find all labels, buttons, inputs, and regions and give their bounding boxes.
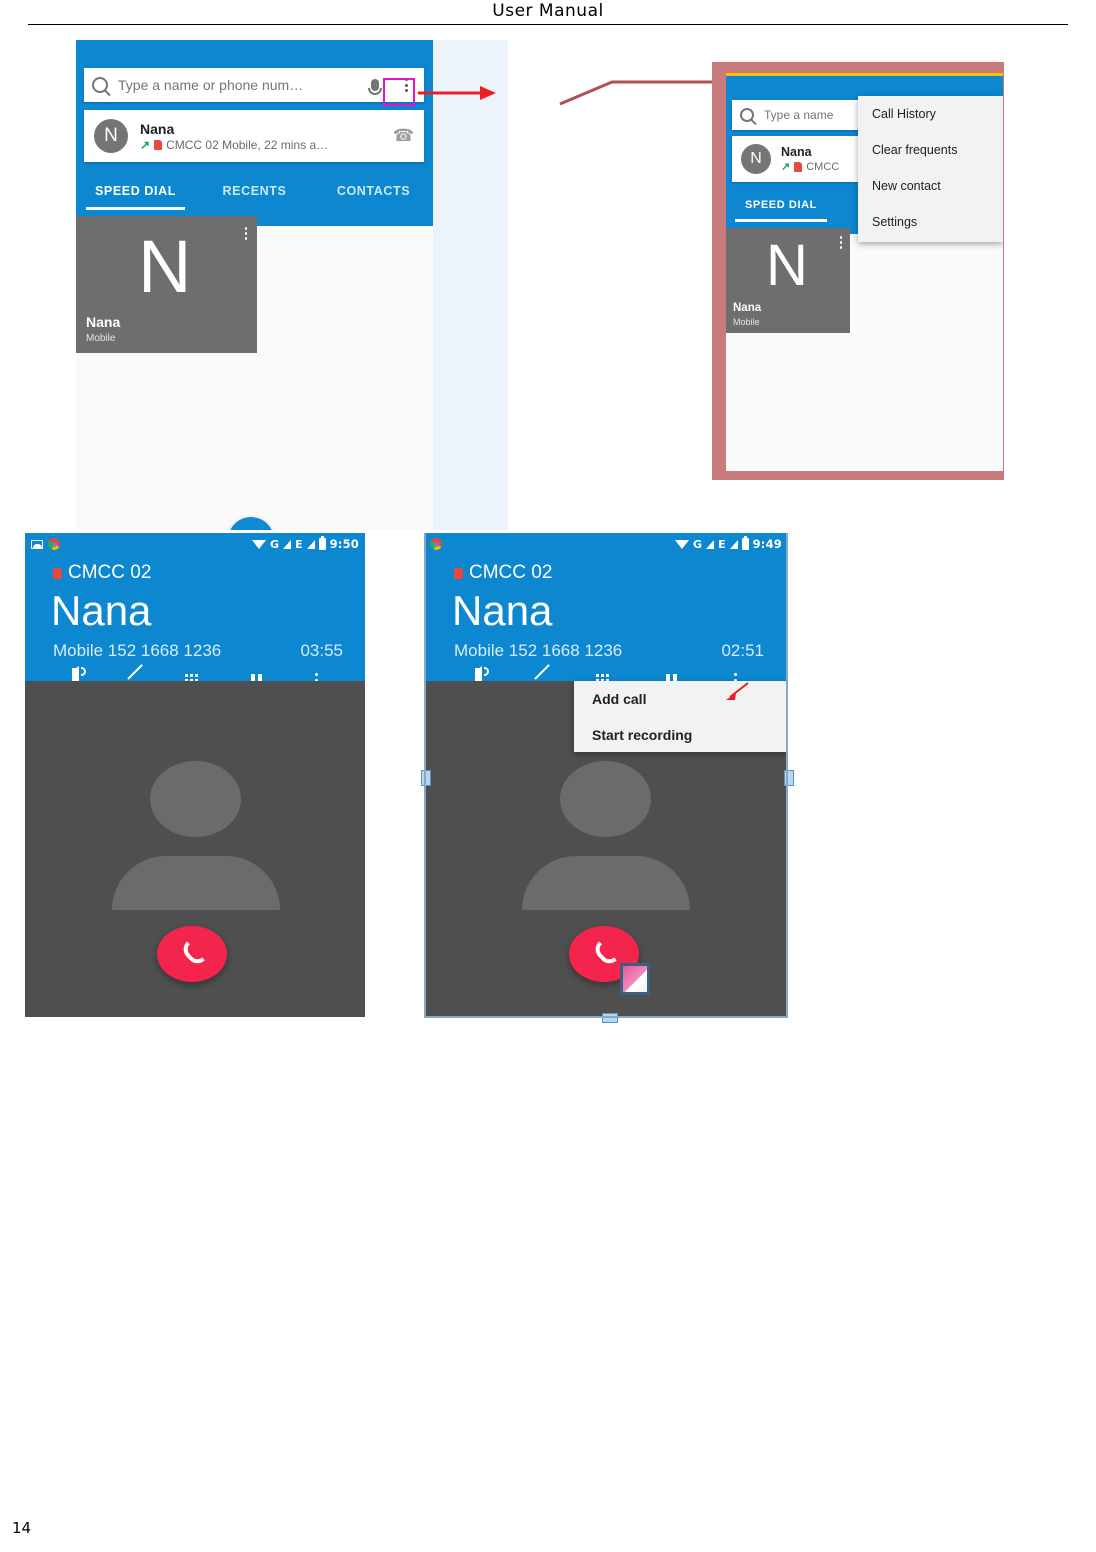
search-icon bbox=[92, 77, 108, 93]
annotation-connector-line bbox=[559, 80, 712, 106]
dialpad-fab-button[interactable] bbox=[228, 517, 274, 530]
menu-item-add-call[interactable]: Add call bbox=[574, 681, 788, 717]
sim-indicator-icon bbox=[53, 567, 62, 579]
screenshot-1-background bbox=[432, 40, 508, 530]
end-call-icon bbox=[179, 940, 205, 968]
end-call-icon bbox=[591, 940, 617, 968]
selection-handle-left[interactable] bbox=[421, 770, 431, 786]
screenshot-icon bbox=[31, 539, 43, 549]
caller-number: Mobile 152 1668 1236 bbox=[454, 641, 623, 660]
chrome-icon bbox=[48, 538, 60, 550]
caller-name: Nana bbox=[452, 587, 553, 634]
call-background bbox=[25, 681, 365, 1017]
tab-recents[interactable]: RECENTS bbox=[195, 172, 314, 210]
speed-dial-name: Nana bbox=[733, 302, 762, 314]
sim-indicator-icon bbox=[794, 161, 803, 172]
avatar: N bbox=[94, 119, 128, 153]
caller-number: Mobile 152 1668 1236 bbox=[53, 641, 222, 660]
contact-name: Nana bbox=[140, 120, 175, 137]
menu-item-start-recording[interactable]: Start recording bbox=[574, 717, 788, 752]
menu-item-call-history[interactable]: Call History bbox=[858, 96, 1003, 132]
phone-handset-icon[interactable]: ☎ bbox=[393, 126, 414, 146]
avatar-body bbox=[522, 856, 690, 910]
phone-screenshot-dialer-overflow: G E 10:03 Type a name N Nana ↗ CMCC SPEE… bbox=[726, 73, 1003, 471]
selection-handle-bottom[interactable] bbox=[602, 1013, 618, 1023]
status-clock: 9:50 bbox=[329, 537, 359, 551]
overflow-popup-menu[interactable]: Call History Clear frequents New contact… bbox=[858, 96, 1003, 242]
status-bar: G E 9:50 bbox=[25, 533, 365, 555]
battery-icon bbox=[318, 536, 326, 550]
sim2-network-letter: E bbox=[295, 537, 303, 551]
overflow-menu-icon[interactable] bbox=[244, 227, 247, 240]
tab-speed-dial[interactable]: SPEED DIAL bbox=[726, 188, 836, 222]
speed-dial-avatar-letter: N bbox=[138, 225, 192, 308]
menu-item-new-contact[interactable]: New contact bbox=[858, 168, 1003, 204]
wifi-icon bbox=[252, 539, 267, 549]
sim1-signal-icon bbox=[283, 539, 292, 549]
dialer-tabs: SPEED DIAL RECENTS CONTACTS bbox=[76, 172, 433, 210]
speed-dial-name: Nana bbox=[86, 314, 121, 330]
tab-contacts[interactable]: CONTACTS bbox=[314, 172, 433, 210]
avatar-head bbox=[560, 761, 651, 837]
speed-dial-avatar-letter: N bbox=[766, 233, 808, 298]
page-title: User Manual bbox=[492, 1, 604, 21]
sim2-network-letter: E bbox=[718, 537, 726, 551]
avatar: N bbox=[741, 144, 771, 174]
selection-border-right bbox=[786, 533, 788, 1017]
sim-indicator-icon bbox=[154, 139, 163, 150]
page-number: 14 bbox=[12, 1519, 32, 1537]
menu-item-clear-frequents[interactable]: Clear frequents bbox=[858, 132, 1003, 168]
battery-icon bbox=[741, 536, 749, 550]
chrome-icon bbox=[430, 538, 442, 550]
wifi-icon bbox=[675, 539, 690, 549]
recent-contact-row[interactable]: N Nana ↗ CMCC 02 Mobile, 22 mins a… ☎ bbox=[84, 110, 424, 162]
call-overflow-popup-menu[interactable]: Add call Start recording bbox=[574, 681, 788, 752]
end-call-button[interactable] bbox=[157, 926, 227, 982]
sim2-signal-icon bbox=[729, 539, 738, 549]
sim-indicator-icon bbox=[454, 567, 463, 579]
phone-screenshot-dialer-main: G E 10:09 Type a name or phone num… N Na… bbox=[76, 40, 433, 530]
tab-speed-dial[interactable]: SPEED DIAL bbox=[76, 172, 195, 210]
sim1-signal-icon bbox=[706, 539, 715, 549]
speed-dial-tile[interactable]: N Nana Mobile bbox=[76, 216, 257, 353]
call-duration: 03:55 bbox=[300, 641, 343, 660]
sim1-network-letter: G bbox=[270, 537, 280, 551]
outgoing-call-icon: ↗ bbox=[140, 137, 151, 152]
operator-name: CMCC 02 bbox=[68, 562, 152, 583]
highlight-box-overflow-menu bbox=[383, 78, 415, 106]
mic-icon[interactable] bbox=[368, 79, 382, 95]
search-bar[interactable]: Type a name or phone num… bbox=[84, 68, 424, 102]
speed-dial-tile[interactable]: N Nana Mobile bbox=[726, 228, 850, 333]
operator-row: CMCC 02 bbox=[454, 562, 552, 584]
sim1-network-letter: G bbox=[693, 537, 703, 551]
avatar-body bbox=[112, 856, 280, 910]
phone-screenshot-in-call: G E 9:50 CMCC 02 Nana Mobile 152 1668 12… bbox=[25, 533, 365, 1017]
avatar-head bbox=[150, 761, 241, 837]
search-input[interactable]: Type a name or phone num… bbox=[118, 77, 361, 93]
document-header: User Manual bbox=[0, 0, 1096, 26]
status-bar: G E 9:49 bbox=[424, 533, 788, 555]
menu-item-settings[interactable]: Settings bbox=[858, 204, 1003, 240]
sim2-signal-icon bbox=[306, 539, 315, 549]
overflow-menu-icon[interactable] bbox=[839, 236, 842, 249]
status-clock: 9:49 bbox=[752, 537, 782, 551]
search-icon bbox=[740, 108, 754, 122]
operator-row: CMCC 02 bbox=[53, 562, 151, 584]
contact-name: Nana bbox=[781, 145, 812, 159]
floating-app-icon[interactable] bbox=[620, 963, 650, 995]
call-detail-text: CMCC 02 Mobile, 22 mins a… bbox=[166, 137, 329, 152]
call-detail-text: CMCC bbox=[806, 160, 840, 173]
selection-border-bottom bbox=[424, 1016, 788, 1018]
call-duration: 02:51 bbox=[721, 641, 764, 660]
selection-border-left bbox=[424, 533, 426, 1017]
speed-dial-label: Mobile bbox=[86, 333, 116, 344]
caller-name: Nana bbox=[51, 587, 152, 634]
header-divider bbox=[28, 24, 1068, 25]
outgoing-call-icon: ↗ bbox=[781, 161, 791, 173]
speed-dial-label: Mobile bbox=[733, 317, 760, 327]
operator-name: CMCC 02 bbox=[469, 562, 553, 583]
phone-screenshot-in-call-overflow: G E 9:49 CMCC 02 Nana Mobile 152 1668 12… bbox=[424, 533, 788, 1017]
